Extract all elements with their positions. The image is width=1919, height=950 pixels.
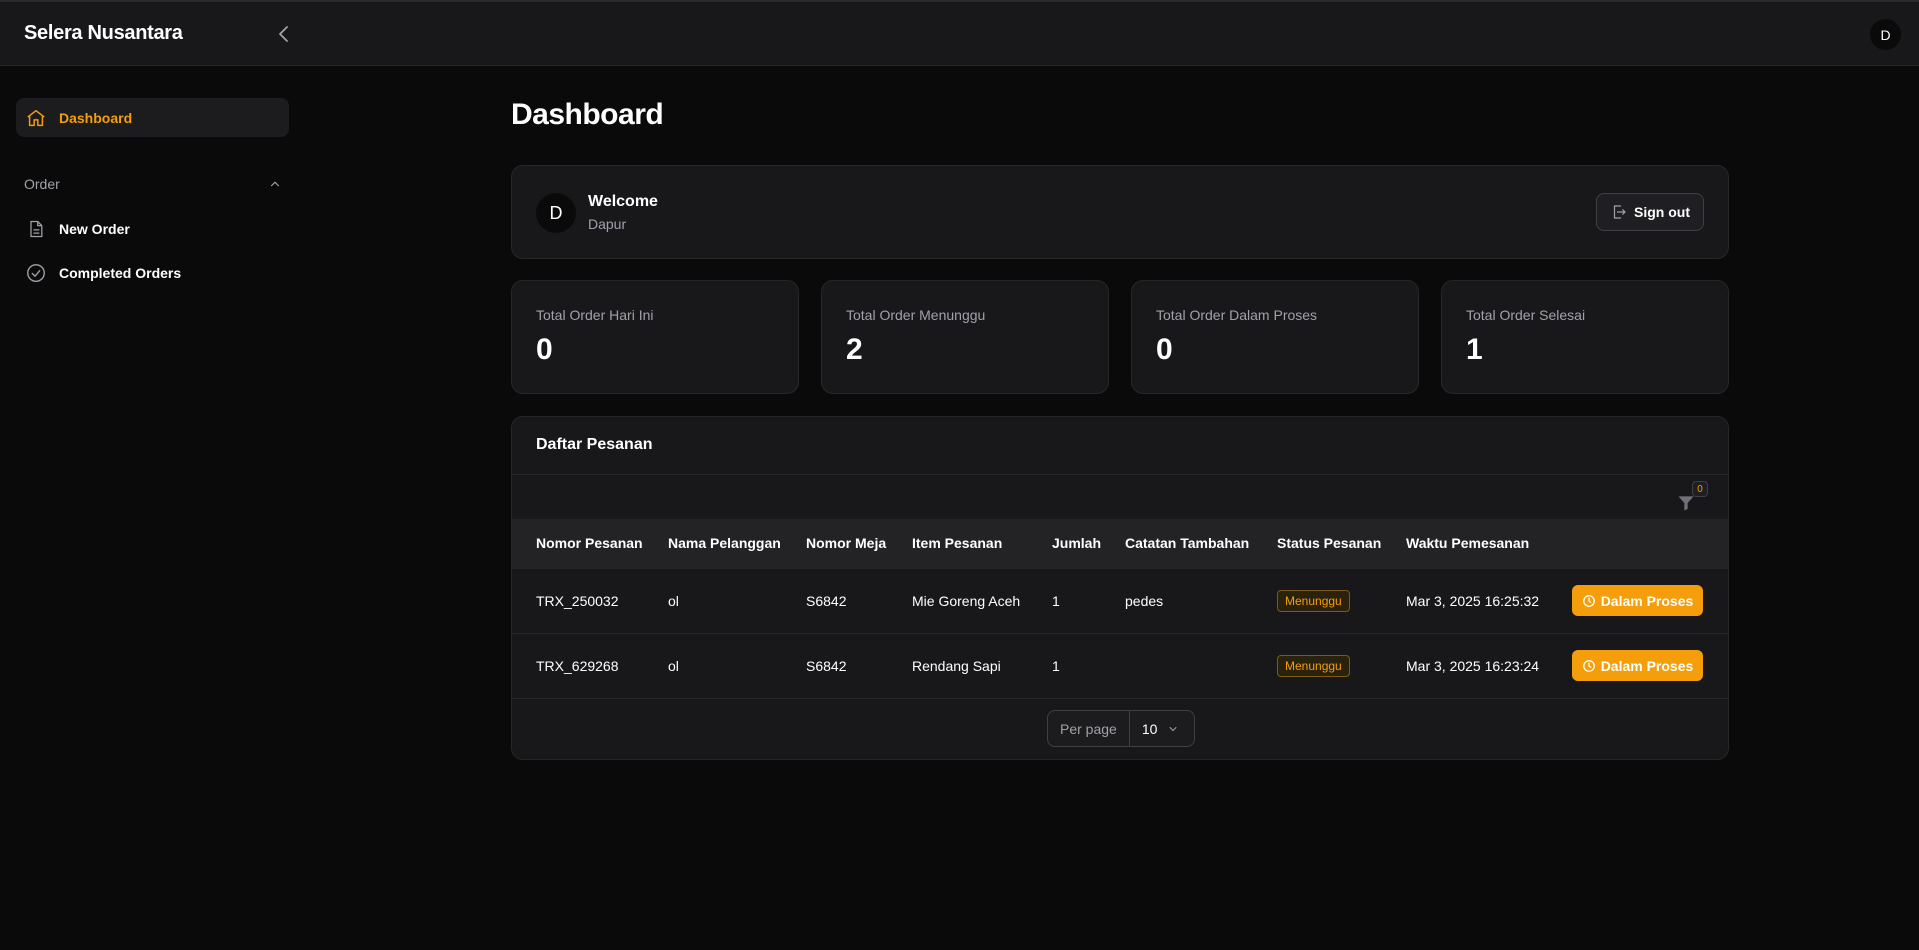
stat-value: 2 — [846, 333, 863, 366]
page-title: Dashboard — [511, 98, 664, 131]
stat-card-waiting: Total Order Menunggu 2 — [821, 280, 1109, 394]
column-header[interactable]: Nama Pelanggan — [668, 519, 806, 568]
welcome-subtitle: Dapur — [588, 216, 627, 232]
per-page-value[interactable]: 10 — [1130, 721, 1180, 737]
cell-notes — [1125, 633, 1277, 698]
column-header[interactable]: Nomor Meja — [806, 519, 912, 568]
per-page-label: Per page — [1048, 711, 1130, 746]
table-header-row: Nomor Pesanan Nama Pelanggan Nomor Meja … — [512, 519, 1728, 568]
cell-action: Dalam Proses — [1572, 568, 1728, 633]
cell-status: Menunggu — [1277, 568, 1406, 633]
status-badge: Menunggu — [1277, 654, 1350, 677]
table-row: TRX_250032 ol S6842 Mie Goreng Aceh 1 pe… — [512, 568, 1728, 633]
document-icon — [24, 217, 48, 241]
stat-card-today: Total Order Hari Ini 0 — [511, 280, 799, 394]
button-label: Dalam Proses — [1600, 657, 1694, 674]
user-avatar[interactable]: D — [1870, 19, 1901, 50]
filter-count-badge: 0 — [1692, 481, 1708, 497]
stat-value: 0 — [1156, 333, 1173, 366]
collapse-sidebar-button[interactable] — [272, 22, 296, 46]
cell-quantity: 1 — [1052, 592, 1060, 609]
chevron-left-icon — [279, 26, 288, 42]
sign-out-button[interactable]: Sign out — [1596, 193, 1704, 231]
welcome-avatar: D — [536, 193, 576, 233]
cell-order-number: TRX_629268 — [536, 657, 619, 674]
sidebar-item-new-order[interactable]: New Order — [16, 209, 289, 248]
column-header[interactable]: Jumlah — [1052, 519, 1125, 568]
chevron-up-icon — [270, 181, 280, 187]
cell-table-number: S6842 — [806, 657, 847, 674]
cell-item: Rendang Sapi — [912, 657, 1001, 674]
sidebar-item-label: Dashboard — [59, 109, 133, 126]
chevron-down-icon — [1169, 726, 1177, 731]
column-header[interactable]: Nomor Pesanan — [512, 519, 668, 568]
brand-title: Selera Nusantara — [24, 22, 183, 44]
stat-label: Total Order Dalam Proses — [1156, 307, 1318, 323]
button-label: Dalam Proses — [1600, 592, 1694, 609]
cell-customer-name: ol — [668, 592, 679, 609]
cell-notes: pedes — [1125, 592, 1164, 609]
sidebar-item-dashboard[interactable]: Dashboard — [16, 98, 289, 137]
cell-quantity: 1 — [1052, 657, 1060, 674]
column-header[interactable]: Item Pesanan — [912, 519, 1052, 568]
in-process-button[interactable]: Dalam Proses — [1572, 585, 1703, 616]
orders-table: Nomor Pesanan Nama Pelanggan Nomor Meja … — [512, 519, 1728, 698]
table-row: TRX_629268 ol S6842 Rendang Sapi 1 Menun… — [512, 633, 1728, 698]
welcome-card: D Welcome Dapur Sign out — [511, 165, 1729, 259]
welcome-title: Welcome — [588, 193, 658, 210]
cell-action: Dalam Proses — [1572, 633, 1728, 698]
column-header[interactable]: Waktu Pemesanan — [1406, 519, 1572, 568]
column-header[interactable]: Status Pesanan — [1277, 519, 1406, 568]
cell-item: Mie Goreng Aceh — [912, 592, 1021, 609]
cell-status: Menunggu — [1277, 633, 1406, 698]
column-header-actions — [1572, 519, 1728, 568]
clock-icon — [1582, 594, 1595, 607]
sidebar: Dashboard Order New Order Completed Orde… — [0, 66, 300, 950]
cell-customer-name: ol — [668, 657, 679, 674]
status-badge: Menunggu — [1277, 589, 1350, 612]
stat-label: Total Order Menunggu — [846, 307, 986, 323]
cell-order-time: Mar 3, 2025 16:23:24 — [1406, 657, 1540, 674]
sign-out-label: Sign out — [1634, 204, 1690, 220]
orders-card: Daftar Pesanan 0 Nomor Pesanan Nama Pela… — [511, 416, 1729, 760]
sidebar-item-completed-orders[interactable]: Completed Orders — [16, 253, 289, 292]
sidebar-section-order[interactable]: Order — [24, 176, 282, 192]
top-bar: Selera Nusantara D — [0, 0, 1919, 66]
stat-value: 0 — [536, 333, 553, 366]
home-icon — [24, 106, 48, 130]
sidebar-item-label: Completed Orders — [59, 264, 182, 281]
stat-label: Total Order Hari Ini — [536, 307, 654, 323]
orders-title: Daftar Pesanan — [536, 436, 653, 453]
sidebar-item-label: New Order — [59, 220, 130, 237]
pagination-bar: Per page 10 — [512, 698, 1728, 759]
cell-table-number: S6842 — [806, 592, 847, 609]
stat-card-in-process: Total Order Dalam Proses 0 — [1131, 280, 1419, 394]
in-process-button[interactable]: Dalam Proses — [1572, 650, 1703, 682]
stat-card-completed: Total Order Selesai 1 — [1441, 280, 1729, 394]
check-circle-icon — [24, 261, 48, 285]
section-label: Order — [24, 176, 60, 192]
per-page-select[interactable]: Per page 10 — [1047, 710, 1195, 747]
filter-button[interactable]: 0 — [1674, 481, 1708, 514]
cell-order-time: Mar 3, 2025 16:25:32 — [1406, 592, 1540, 609]
per-page-value-text: 10 — [1141, 720, 1158, 737]
divider — [512, 474, 1728, 475]
sign-out-icon — [1613, 205, 1626, 219]
stat-label: Total Order Selesai — [1466, 307, 1586, 323]
stat-value: 1 — [1466, 333, 1483, 366]
clock-icon — [1582, 659, 1595, 672]
column-header[interactable]: Catatan Tambahan — [1125, 519, 1277, 568]
cell-order-number: TRX_250032 — [536, 592, 619, 609]
